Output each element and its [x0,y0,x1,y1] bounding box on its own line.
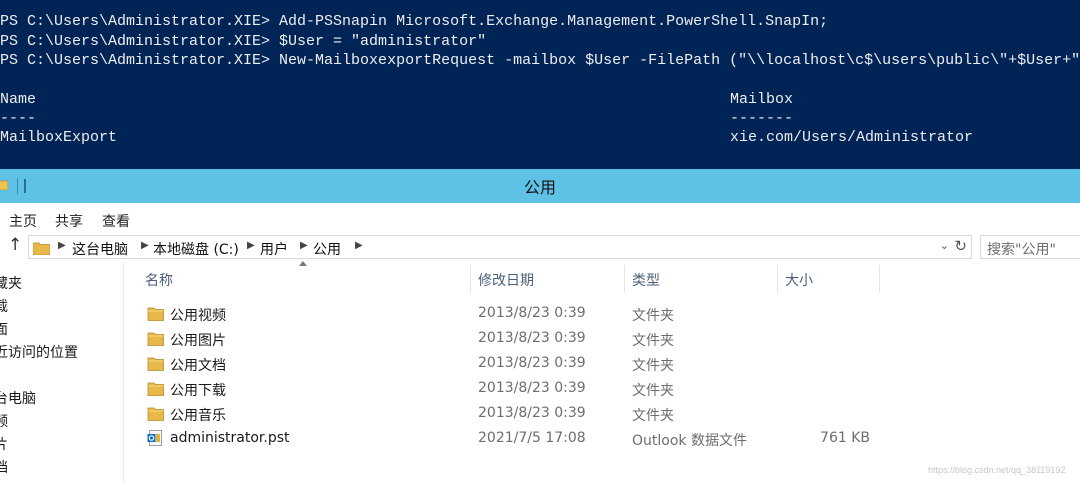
file-row[interactable]: 公用图片 2013/8/23 0:39 文件夹 [124,326,1080,351]
nav-item-label: 藏夹 [0,276,22,292]
search-input[interactable]: 搜索"公用" [980,235,1080,259]
nav-item-label: 档 [0,460,8,476]
file-name: administrator.pst [170,430,290,446]
console-line: PS C:\Users\Administrator.XIE> $User = "… [0,33,487,50]
file-modified-date: 2021/7/5 17:08 [478,430,586,446]
folder-icon [147,330,164,346]
column-header-type[interactable]: 类型 [625,265,778,293]
file-name: 公用音乐 [170,408,226,424]
nav-item-label: 台电脑 [0,391,36,407]
navigation-pane: 藏夹 载 面 近访问的位置 台电脑 频 片 档 [0,262,124,482]
console-output-header-mailbox: Mailbox [730,91,794,108]
file-size: 761 KB [820,430,870,446]
folder-icon [147,355,164,371]
folder-icon [147,305,164,321]
console-output-underline: ---- [0,110,37,127]
console-output-mailbox: xie.com/Users/Administrator [730,129,974,146]
file-type: 文件夹 [632,383,674,399]
window-title: 公用 [523,178,556,197]
console-output-name: MailboxExport [0,129,118,146]
up-arrow-icon[interactable]: ↑ [8,235,22,255]
nav-item-label: 近访问的位置 [0,345,78,361]
pst-file-icon [147,430,164,446]
nav-item-label: 片 [0,437,8,453]
file-row[interactable]: 公用下载 2013/8/23 0:39 文件夹 [124,376,1080,401]
nav-item-recent[interactable]: 近访问的位置 [0,342,124,362]
address-row: ↑ ▶ 这台电脑 ▶ 本地磁盘 (C:) ▶ 用户 ▶ 公用 ▶ ⌄ ↻ 搜索"… [0,233,1080,261]
search-placeholder: 搜索"公用" [987,242,1056,258]
file-type: 文件夹 [632,333,674,349]
tab-view[interactable]: 查看 [102,211,130,231]
console-line: PS C:\Users\Administrator.XIE> New-Mailb… [0,52,1080,69]
breadcrumb-chevron-icon[interactable]: ▶ [58,240,66,251]
breadcrumb-users[interactable]: 用户 [260,239,288,259]
console-line: PS C:\Users\Administrator.XIE> Add-PSSna… [0,13,829,30]
file-type: 文件夹 [632,358,674,374]
console-output-header-name: Name [0,91,37,108]
folder-icon [33,242,50,255]
nav-item-favorites[interactable]: 藏夹 [0,273,124,293]
file-modified-date: 2013/8/23 0:39 [478,330,586,346]
address-dropdown-icon[interactable]: ⌄ [940,239,949,252]
refresh-icon[interactable]: ↻ [954,237,967,255]
file-type: 文件夹 [632,308,674,324]
nav-item-this-pc[interactable]: 台电脑 [0,388,124,408]
column-header-size[interactable]: 大小 [778,265,880,293]
file-modified-date: 2013/8/23 0:39 [478,355,586,371]
file-modified-date: 2013/8/23 0:39 [478,405,586,421]
column-header-name[interactable]: 名称 [138,265,471,293]
file-name: 公用图片 [170,333,226,349]
file-modified-date: 2013/8/23 0:39 [478,380,586,396]
nav-item-downloads[interactable]: 载 [0,296,124,316]
file-type: Outlook 数据文件 [632,433,747,449]
explorer-title-bar[interactable]: 公用 [0,169,1080,203]
nav-item-videos[interactable]: 频 [0,411,124,431]
nav-item-label: 频 [0,414,8,430]
nav-item-label: 面 [0,322,8,338]
breadcrumb-chevron-icon[interactable]: ▶ [141,240,149,251]
nav-item-pictures[interactable]: 片 [0,434,124,454]
file-row[interactable]: 公用文档 2013/8/23 0:39 文件夹 [124,351,1080,376]
nav-item-label: 载 [0,299,8,315]
tab-home[interactable]: 主页 [9,211,37,231]
powershell-console[interactable]: PS C:\Users\Administrator.XIE> Add-PSSna… [0,0,1080,169]
file-row[interactable]: 公用音乐 2013/8/23 0:39 文件夹 [124,401,1080,426]
file-name: 公用视频 [170,308,226,324]
tab-share[interactable]: 共享 [55,211,83,231]
file-row[interactable]: administrator.pst 2021/7/5 17:08 Outlook 数… [124,426,1080,451]
folder-icon [147,405,164,421]
breadcrumb-public[interactable]: 公用 [313,239,341,259]
console-output-underline: ------- [730,110,794,127]
address-bar[interactable]: ▶ 这台电脑 ▶ 本地磁盘 (C:) ▶ 用户 ▶ 公用 ▶ ⌄ ↻ [28,235,972,259]
watermark: https://blog.csdn.net/qq_38119192 [928,465,1066,475]
ribbon: 主页 共享 查看 [0,203,1080,233]
file-name: 公用下载 [170,383,226,399]
file-type: 文件夹 [632,408,674,424]
file-name: 公用文档 [170,358,226,374]
breadcrumb-chevron-icon[interactable]: ▶ [247,240,255,251]
file-row[interactable]: 公用视频 2013/8/23 0:39 文件夹 [124,301,1080,326]
folder-icon [147,380,164,396]
column-header-date[interactable]: 修改日期 [471,265,625,293]
file-modified-date: 2013/8/23 0:39 [478,305,586,321]
nav-item-documents[interactable]: 档 [0,457,124,477]
breadcrumb-this-pc[interactable]: 这台电脑 [72,239,128,259]
nav-item-desktop[interactable]: 面 [0,319,124,339]
breadcrumb-local-disk[interactable]: 本地磁盘 (C:) [153,239,239,259]
breadcrumb-chevron-icon[interactable]: ▶ [355,240,363,251]
breadcrumb-chevron-icon[interactable]: ▶ [300,240,308,251]
